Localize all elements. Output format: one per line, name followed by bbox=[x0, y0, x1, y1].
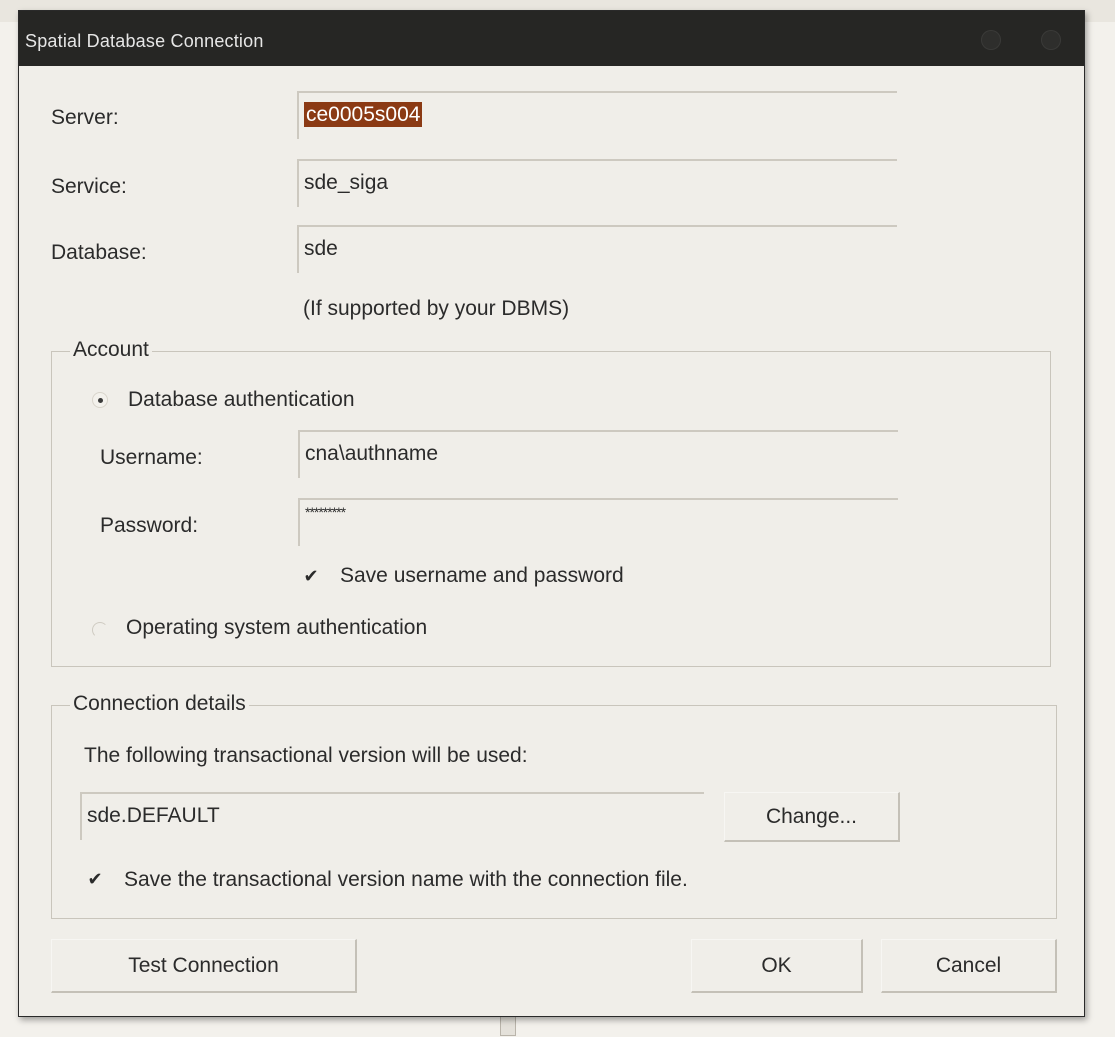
save-version-checkbox[interactable]: ✔ bbox=[86, 870, 104, 888]
password-input[interactable]: ********* bbox=[298, 498, 898, 546]
connection-details-legend: Connection details bbox=[70, 692, 249, 716]
server-input[interactable]: ce0005s004 bbox=[297, 91, 897, 139]
background-scrollbar-thumb bbox=[500, 1016, 516, 1036]
account-group: Account Database authentication Username… bbox=[51, 338, 1051, 667]
background-window-left bbox=[0, 22, 19, 1037]
connection-details-group: Connection details The following transac… bbox=[51, 692, 1057, 919]
account-legend: Account bbox=[70, 338, 152, 362]
database-value: sde bbox=[304, 237, 338, 260]
save-version-label[interactable]: Save the transactional version name with… bbox=[124, 868, 688, 892]
transactional-version-value: sde.DEFAULT bbox=[87, 804, 220, 827]
test-connection-button[interactable]: Test Connection bbox=[51, 939, 357, 993]
close-button[interactable] bbox=[1041, 30, 1061, 50]
password-label: Password: bbox=[100, 514, 199, 537]
server-value: ce0005s004 bbox=[304, 102, 423, 127]
username-input[interactable]: cna\authname bbox=[298, 430, 898, 478]
database-label: Database: bbox=[51, 241, 147, 264]
database-note: (If supported by your DBMS) bbox=[303, 297, 570, 320]
save-credentials-checkbox[interactable]: ✔ bbox=[302, 567, 320, 585]
transactional-version-field: sde.DEFAULT bbox=[80, 792, 704, 840]
save-credentials-label[interactable]: Save username and password bbox=[340, 564, 624, 588]
os-auth-label[interactable]: Operating system authentication bbox=[126, 616, 427, 640]
server-selected-text: ce0005s004 bbox=[304, 102, 423, 127]
spatial-database-connection-dialog: Spatial Database Connection Server: ce00… bbox=[18, 10, 1085, 1017]
service-label: Service: bbox=[51, 175, 127, 198]
title-bar[interactable]: Spatial Database Connection bbox=[19, 11, 1084, 66]
password-value: ********* bbox=[305, 504, 346, 520]
database-auth-radio[interactable] bbox=[92, 392, 108, 408]
ok-button[interactable]: OK bbox=[691, 939, 863, 993]
database-input[interactable]: sde bbox=[297, 225, 897, 273]
change-version-button[interactable]: Change... bbox=[724, 792, 900, 842]
server-label: Server: bbox=[51, 106, 119, 129]
cancel-button[interactable]: Cancel bbox=[881, 939, 1057, 993]
username-value: cna\authname bbox=[305, 442, 439, 465]
username-label: Username: bbox=[100, 446, 203, 469]
background-window-bottom bbox=[0, 1015, 1115, 1037]
minimize-button[interactable] bbox=[981, 30, 1001, 50]
os-auth-radio[interactable] bbox=[92, 622, 108, 638]
dialog-title: Spatial Database Connection bbox=[25, 31, 264, 51]
service-value: sde_siga bbox=[304, 171, 389, 194]
database-auth-label[interactable]: Database authentication bbox=[128, 388, 355, 412]
service-input[interactable]: sde_siga bbox=[297, 159, 897, 207]
transactional-version-description: The following transactional version will… bbox=[84, 744, 528, 767]
background-window-right bbox=[1082, 22, 1115, 1037]
